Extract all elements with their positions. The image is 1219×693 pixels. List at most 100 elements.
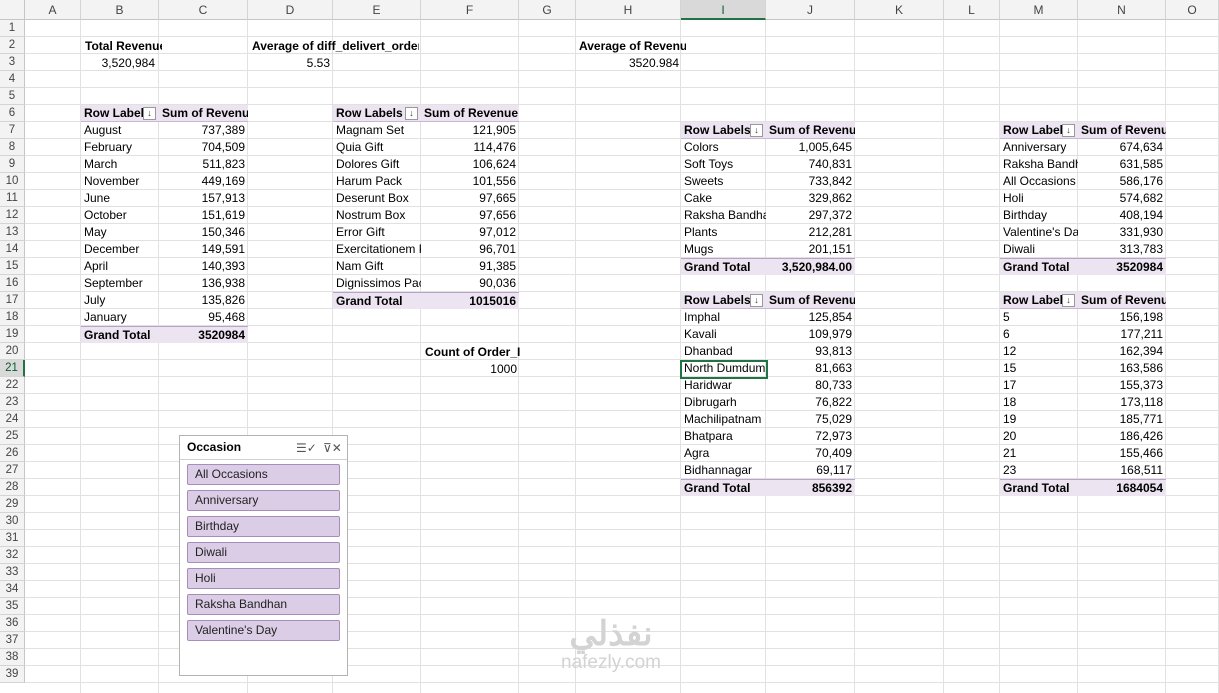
pivot-row-value[interactable]: 157,913 [159, 190, 248, 207]
row-header-24[interactable]: 24 [0, 411, 25, 428]
pivot-row-value[interactable]: 173,118 [1078, 394, 1166, 411]
column-header-C[interactable]: C [159, 0, 248, 20]
pivot-row-value[interactable]: 149,591 [159, 241, 248, 258]
select-all-corner[interactable] [0, 0, 25, 20]
row-header-26[interactable]: 26 [0, 445, 25, 462]
pivot-row-label[interactable]: Nostrum Box [333, 207, 421, 224]
pivot-row-value[interactable]: 97,012 [421, 224, 519, 241]
filter-dropdown-icon[interactable]: ↓ [1062, 294, 1075, 307]
row-header-22[interactable]: 22 [0, 377, 25, 394]
row-header-32[interactable]: 32 [0, 547, 25, 564]
column-header-A[interactable]: A [25, 0, 81, 20]
pivot-row-label[interactable]: Imphal [681, 309, 766, 326]
pivot-grand-total-label[interactable]: Grand Total [333, 292, 421, 309]
pivot-row-label[interactable]: June [81, 190, 159, 207]
pivot-row-value[interactable]: 150,346 [159, 224, 248, 241]
pivot-grand-total-label[interactable]: Grand Total [681, 479, 766, 496]
clear-filter-icon[interactable]: ⊽✕ [323, 441, 342, 455]
pivot-row-label[interactable]: Nam Gift [333, 258, 421, 275]
row-header-28[interactable]: 28 [0, 479, 25, 496]
pivot-row-value[interactable]: 511,823 [159, 156, 248, 173]
pivot-row-value[interactable]: 155,373 [1078, 377, 1166, 394]
pivot-row-label[interactable]: December [81, 241, 159, 258]
pivot-row-value[interactable]: 135,826 [159, 292, 248, 309]
column-header-H[interactable]: H [576, 0, 681, 20]
row-header-4[interactable]: 4 [0, 71, 25, 88]
row-header-23[interactable]: 23 [0, 394, 25, 411]
pivot-grand-total-value[interactable]: 1684054 [1078, 479, 1166, 496]
pivot-row-value[interactable]: 201,151 [766, 241, 855, 258]
pivot-row-label[interactable]: All Occasions [1000, 173, 1078, 190]
slicer-item[interactable]: Holi [187, 568, 340, 589]
pivot-row-label[interactable]: 17 [1000, 377, 1078, 394]
pivot-row-label[interactable]: Exercitationem P [333, 241, 421, 258]
pivot-row-label[interactable]: Harum Pack [333, 173, 421, 190]
row-header-38[interactable]: 38 [0, 649, 25, 666]
filter-dropdown-icon[interactable]: ↓ [750, 124, 763, 137]
pivot-row-value[interactable]: 162,394 [1078, 343, 1166, 360]
pivot-row-label[interactable]: Diwali [1000, 241, 1078, 258]
column-header-O[interactable]: O [1166, 0, 1219, 20]
pivot-row-value[interactable]: 125,854 [766, 309, 855, 326]
pivot-sum-header[interactable]: Sum of Revenue [159, 105, 248, 122]
pivot-grand-total-label[interactable]: Grand Total [81, 326, 159, 343]
pivot-row-value[interactable]: 72,973 [766, 428, 855, 445]
slicer-item[interactable]: Raksha Bandhan [187, 594, 340, 615]
pivot-grand-total-label[interactable]: Grand Total [681, 258, 766, 275]
pivot-row-label[interactable]: Holi [1000, 190, 1078, 207]
avg-diff-label[interactable]: Average of diff_delivert_order [249, 38, 419, 55]
row-header-25[interactable]: 25 [0, 428, 25, 445]
slicer-item[interactable]: All Occasions [187, 464, 340, 485]
row-header-19[interactable]: 19 [0, 326, 25, 343]
column-header-G[interactable]: G [519, 0, 576, 20]
pivot-row-label[interactable]: May [81, 224, 159, 241]
filter-dropdown-icon[interactable]: ↓ [405, 107, 418, 120]
pivot-row-label[interactable]: Bhatpara [681, 428, 766, 445]
pivot-row-value[interactable]: 75,029 [766, 411, 855, 428]
pivot-row-value[interactable]: 121,905 [421, 122, 519, 139]
row-header-20[interactable]: 20 [0, 343, 25, 360]
pivot-row-label[interactable]: October [81, 207, 159, 224]
pivot-row-value[interactable]: 70,409 [766, 445, 855, 462]
slicer-item[interactable]: Diwali [187, 542, 340, 563]
pivot-row-value[interactable]: 329,862 [766, 190, 855, 207]
pivot-row-value[interactable]: 449,169 [159, 173, 248, 190]
pivot-row-value[interactable]: 97,665 [421, 190, 519, 207]
pivot-row-label[interactable]: 21 [1000, 445, 1078, 462]
count-order-label[interactable]: Count of Order_ID [422, 344, 520, 361]
pivot-row-label[interactable]: Dolores Gift [333, 156, 421, 173]
pivot-row-label[interactable]: Quia Gift [333, 139, 421, 156]
row-header-21[interactable]: 21 [0, 360, 25, 377]
pivot-row-value[interactable]: 96,701 [421, 241, 519, 258]
slicer-item[interactable]: Valentine's Day [187, 620, 340, 641]
row-header-34[interactable]: 34 [0, 581, 25, 598]
pivot-row-label[interactable]: Colors [681, 139, 766, 156]
total-revenue-label[interactable]: Total Revenue [82, 38, 162, 55]
pivot-grand-total-label[interactable]: Grand Total [1000, 258, 1078, 275]
pivot-row-label[interactable]: Machilipatnam [681, 411, 766, 428]
row-header-3[interactable]: 3 [0, 54, 25, 71]
avg-revenue-value[interactable]: 3520.984 [576, 55, 682, 72]
pivot-row-value[interactable]: 80,733 [766, 377, 855, 394]
pivot-row-label[interactable]: Raksha Bandh [1000, 156, 1078, 173]
pivot-row-label[interactable]: Sweets [681, 173, 766, 190]
row-header-11[interactable]: 11 [0, 190, 25, 207]
pivot-sum-header[interactable]: Sum of Revenue [1078, 292, 1166, 309]
pivot-row-value[interactable]: 106,624 [421, 156, 519, 173]
row-header-2[interactable]: 2 [0, 37, 25, 54]
pivot-row-label[interactable]: 20 [1000, 428, 1078, 445]
pivot-row-label[interactable]: 5 [1000, 309, 1078, 326]
column-header-B[interactable]: B [81, 0, 159, 20]
row-header-16[interactable]: 16 [0, 275, 25, 292]
row-header-12[interactable]: 12 [0, 207, 25, 224]
pivot-row-value[interactable]: 81,663 [766, 360, 855, 377]
pivot-row-label[interactable]: Anniversary [1000, 139, 1078, 156]
column-header-N[interactable]: N [1078, 0, 1166, 20]
pivot-row-value[interactable]: 156,198 [1078, 309, 1166, 326]
pivot-row-label[interactable]: Plants [681, 224, 766, 241]
pivot-row-value[interactable]: 313,783 [1078, 241, 1166, 258]
occasion-slicer[interactable]: Occasion ☰✓ ⊽✕ All Occasions Anniversary B… [179, 435, 348, 676]
pivot-row-value[interactable]: 90,036 [421, 275, 519, 292]
pivot-row-value[interactable]: 674,634 [1078, 139, 1166, 156]
pivot-row-label[interactable]: July [81, 292, 159, 309]
